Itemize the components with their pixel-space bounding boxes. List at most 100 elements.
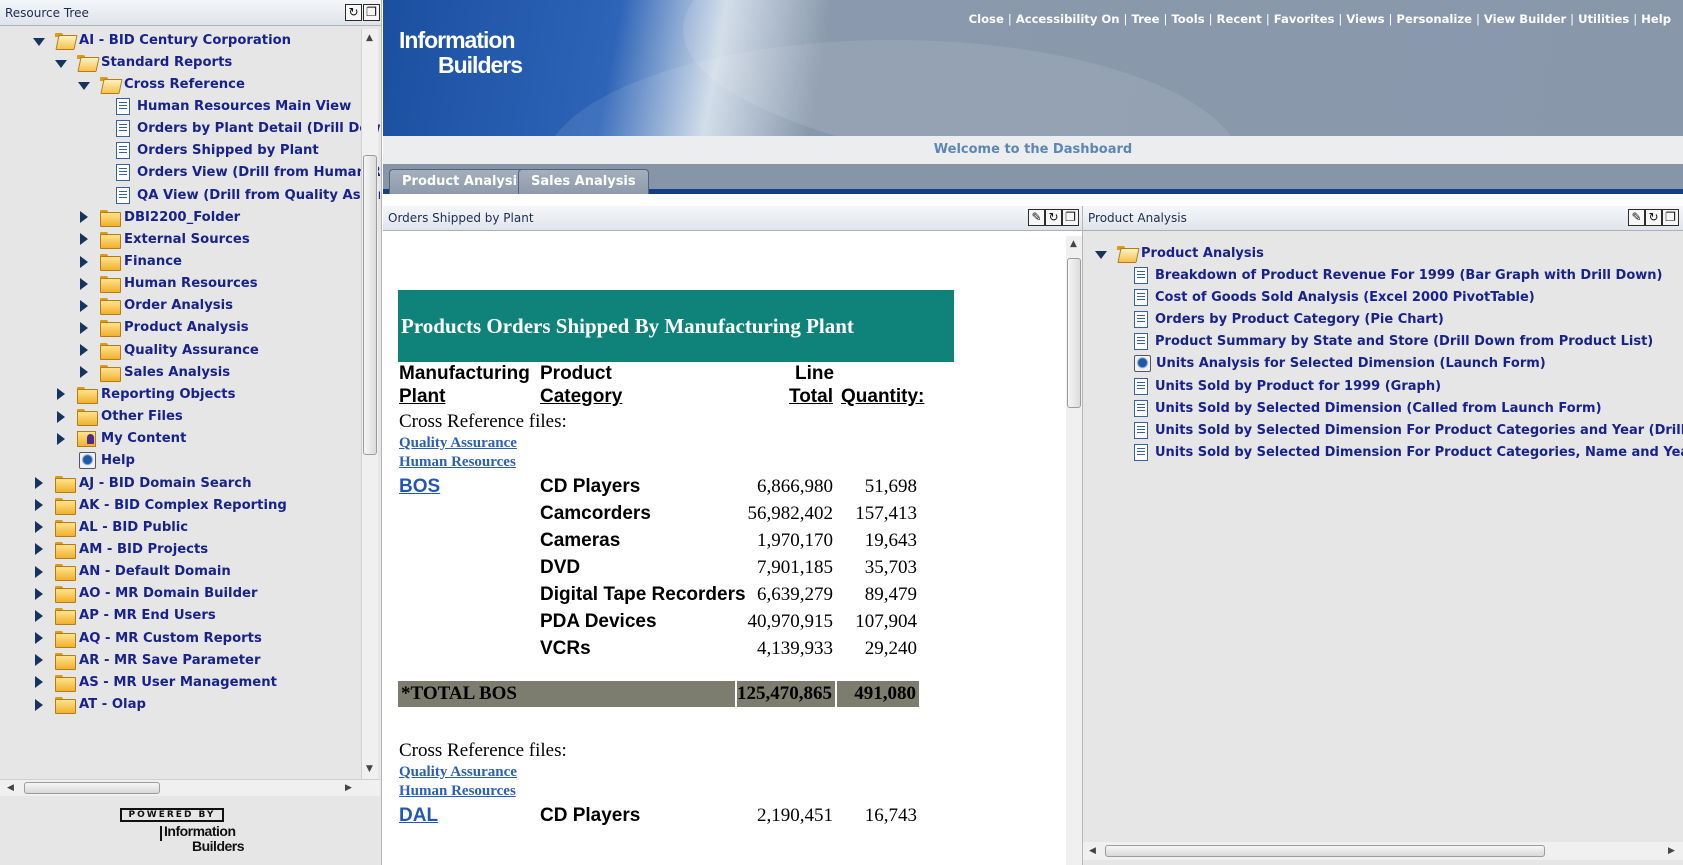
tree-item-quality-assurance[interactable]: Quality Assurance [78,339,259,361]
collapse-arrow-icon[interactable] [55,59,67,68]
expand-arrow-icon[interactable] [80,211,88,224]
tree-item-dbi2200-folder[interactable]: DBI2200_Folder [78,206,240,228]
report-item-breakdown-of-product-revenue-for-1999-ba[interactable]: Breakdown of Product Revenue For 1999 (B… [1134,264,1662,286]
tree-horizontal-scroll-thumb[interactable] [24,782,160,794]
expand-arrow-icon[interactable] [35,565,43,578]
expand-arrow-icon[interactable] [80,255,88,268]
expand-arrow-icon[interactable] [80,366,88,379]
tree-item-help[interactable]: Help [55,450,135,472]
edit-icon[interactable]: ✎ [1028,209,1045,226]
tree-item-as-mr-user-management[interactable]: AS - MR User Management [33,671,277,693]
report-vertical-scrollbar[interactable]: ▲ [1066,236,1082,865]
tree-item-al-bid-public[interactable]: AL - BID Public [33,516,188,538]
scroll-down-icon[interactable]: ▼ [366,764,373,774]
tree-item-aq-mr-custom-reports[interactable]: AQ - MR Custom Reports [33,627,262,649]
refresh-icon[interactable]: ↻ [1645,209,1662,226]
nav-link-recent[interactable]: Recent [1217,12,1262,26]
restore-window-icon[interactable]: ❐ [1662,209,1679,226]
tree-item-ap-mr-end-users[interactable]: AP - MR End Users [33,605,216,627]
scroll-left-icon[interactable]: ◀ [7,783,14,793]
expand-arrow-icon[interactable] [57,388,65,401]
nav-link-accessibility-on[interactable]: Accessibility On [1016,12,1120,26]
tree-item-order-analysis[interactable]: Order Analysis [78,295,233,317]
nav-link-personalize[interactable]: Personalize [1396,12,1472,26]
nav-link-help[interactable]: Help [1641,12,1671,26]
xref-link-quality-assurance[interactable]: Quality Assurance [399,764,517,781]
tree-item-orders-view-drill-from-human-re[interactable]: Orders View (Drill from Human Re [116,162,380,184]
collapse-arrow-icon[interactable] [78,81,90,90]
expand-arrow-icon[interactable] [35,698,43,711]
report-item-units-sold-by-product-for-1999-graph[interactable]: Units Sold by Product for 1999 (Graph) [1134,375,1441,397]
expand-arrow-icon[interactable] [80,233,88,246]
expand-arrow-icon[interactable] [80,299,88,312]
scroll-right-icon[interactable]: ▶ [345,783,352,793]
tree-item-am-bid-projects[interactable]: AM - BID Projects [33,538,208,560]
collapse-arrow-icon[interactable] [33,37,45,46]
nav-link-tree[interactable]: Tree [1131,12,1159,26]
nav-link-utilities[interactable]: Utilities [1578,12,1629,26]
tree-item-human-resources-main-view[interactable]: Human Resources Main View [116,95,351,117]
expand-arrow-icon[interactable] [1095,250,1107,259]
nav-link-tools[interactable]: Tools [1171,12,1204,26]
scroll-up-icon[interactable]: ▲ [1070,239,1077,249]
tree-item-qa-view-drill-from-quality-assur[interactable]: QA View (Drill from Quality Assur [116,184,380,206]
expand-arrow-icon[interactable] [80,321,88,334]
tree-item-external-sources[interactable]: External Sources [78,228,250,250]
xref-link-human-resources[interactable]: Human Resources [399,454,516,471]
report-item-orders-by-product-category-pie-chart[interactable]: Orders by Product Category (Pie Chart) [1134,308,1444,330]
nav-link-favorites[interactable]: Favorites [1274,12,1335,26]
tree-item-human-resources[interactable]: Human Resources [78,273,258,295]
nav-link-views[interactable]: Views [1346,12,1384,26]
refresh-icon[interactable]: ↻ [345,4,362,21]
tree-item-finance[interactable]: Finance [78,251,182,273]
scroll-left-icon[interactable]: ◀ [1089,846,1096,856]
tree-item-orders-shipped-by-plant[interactable]: Orders Shipped by Plant [116,140,319,162]
tree-item-product-analysis[interactable]: Product Analysis [78,317,249,339]
report-item-units-sold-by-selected-dimension-for-pro[interactable]: Units Sold by Selected Dimension For Pro… [1134,419,1683,441]
tree-vertical-scroll-thumb[interactable] [363,155,377,455]
expand-arrow-icon[interactable] [35,521,43,534]
plant-link-dal[interactable]: DAL [399,805,438,827]
nav-link-close[interactable]: Close [969,12,1004,26]
expand-arrow-icon[interactable] [35,609,43,622]
report-item-units-analysis-for-selected-dimension-la[interactable]: Units Analysis for Selected Dimension (L… [1134,353,1546,375]
tab-product-analysis[interactable]: Product Analysis [389,169,538,194]
tree-item-ar-mr-save-parameter[interactable]: AR - MR Save Parameter [33,649,260,671]
tree-item-reporting-objects[interactable]: Reporting Objects [55,383,235,405]
tree-vertical-scrollbar[interactable]: ▲ ▼ [361,29,378,779]
report-item-cost-of-goods-sold-analysis-excel-2000-p[interactable]: Cost of Goods Sold Analysis (Excel 2000 … [1134,286,1535,308]
tree-item-ak-bid-complex-reporting[interactable]: AK - BID Complex Reporting [33,494,287,516]
scroll-up-icon[interactable]: ▲ [366,33,373,43]
expand-arrow-icon[interactable] [80,344,88,357]
expand-arrow-icon[interactable] [80,277,88,290]
report-item-product-summary-by-state-and-store-drill[interactable]: Product Summary by State and Store (Dril… [1134,331,1653,353]
expand-arrow-icon[interactable] [35,499,43,512]
nav-link-view-builder[interactable]: View Builder [1484,12,1566,26]
xref-link-human-resources[interactable]: Human Resources [399,783,516,800]
expand-arrow-icon[interactable] [35,654,43,667]
plant-link-bos[interactable]: BOS [399,476,440,498]
tab-sales-analysis[interactable]: Sales Analysis [518,169,649,194]
edit-icon[interactable]: ✎ [1628,209,1645,226]
expand-arrow-icon[interactable] [35,676,43,689]
tree-item-ao-mr-domain-builder[interactable]: AO - MR Domain Builder [33,583,257,605]
expand-arrow-icon[interactable] [35,632,43,645]
report-scroll-thumb[interactable] [1067,258,1081,408]
tree-folder-product-analysis[interactable]: Product Analysis [1095,242,1264,264]
expand-arrow-icon[interactable] [57,410,65,423]
tree-item-aj-bid-domain-search[interactable]: AJ - BID Domain Search [33,472,251,494]
report-item-units-sold-by-selected-dimension-called-[interactable]: Units Sold by Selected Dimension (Called… [1134,397,1602,419]
product-tree-scroll-thumb[interactable] [1105,845,1545,857]
tree-item-standard-reports[interactable]: Standard Reports [55,51,232,73]
tree-item-an-default-domain[interactable]: AN - Default Domain [33,561,231,583]
product-tree-horizontal-scrollbar[interactable]: ◀ ▶ [1083,842,1683,860]
tree-item-other-files[interactable]: Other Files [55,406,183,428]
tree-item-cross-reference[interactable]: Cross Reference [78,73,245,95]
tree-item-sales-analysis[interactable]: Sales Analysis [78,361,230,383]
scroll-right-icon[interactable]: ▶ [1668,846,1675,856]
tree-item-at-olap[interactable]: AT - Olap [33,694,146,716]
expand-arrow-icon[interactable] [35,543,43,556]
restore-window-icon[interactable]: ❐ [1062,209,1079,226]
expand-arrow-icon[interactable] [35,477,43,489]
xref-link-quality-assurance[interactable]: Quality Assurance [399,435,517,452]
